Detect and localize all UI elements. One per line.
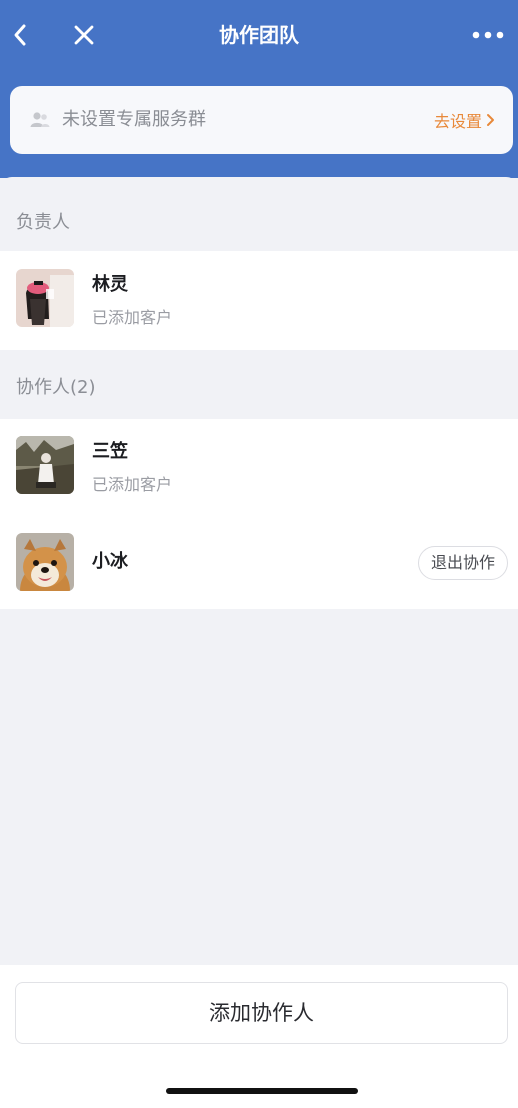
home-indicator xyxy=(166,1088,358,1094)
more-dots-icon xyxy=(472,31,504,39)
footer-bar: 添加协作人 xyxy=(0,965,518,1108)
group-people-icon xyxy=(30,110,50,130)
content-sheet: 负责人 林灵 已添加客户 协作人(2) 三笠 已添加客户 小冰 退出协作 xyxy=(0,177,518,965)
collaborator-list: 三笠 已添加客户 小冰 退出协作 xyxy=(0,419,518,609)
nav-bar: 协作团队 xyxy=(0,0,518,70)
member-status: 已添加客户 xyxy=(92,475,173,494)
list-item[interactable]: 三笠 已添加客户 xyxy=(0,419,518,517)
owner-row[interactable]: 林灵 已添加客户 xyxy=(0,251,518,350)
collaboration-team-page: 协作团队 未设置专属服务群 去设置 负责人 林灵 已添加客户 协作人(2) 三笠… xyxy=(0,0,518,1108)
collaborator-section-label: 协作人(2) xyxy=(16,377,96,398)
go-setup-link[interactable]: 去设置 xyxy=(434,86,495,154)
service-group-banner[interactable]: 未设置专属服务群 去设置 xyxy=(10,86,513,154)
service-group-status: 未设置专属服务群 xyxy=(62,109,206,130)
exit-collaboration-button[interactable]: 退出协作 xyxy=(417,546,508,580)
chevron-right-icon xyxy=(486,113,495,127)
add-collaborator-button[interactable]: 添加协作人 xyxy=(15,982,508,1044)
member-name: 三笠 xyxy=(92,441,128,462)
header-bar: 协作团队 未设置专属服务群 去设置 xyxy=(0,0,518,178)
avatar xyxy=(16,269,74,327)
more-button[interactable] xyxy=(470,20,506,50)
member-name: 小冰 xyxy=(92,551,128,572)
go-setup-label: 去设置 xyxy=(433,112,482,131)
list-item[interactable]: 小冰 退出协作 xyxy=(0,517,518,609)
avatar xyxy=(16,436,74,494)
owner-section-label: 负责人 xyxy=(16,212,70,233)
page-title: 协作团队 xyxy=(219,23,299,47)
member-status: 已添加客户 xyxy=(92,308,173,327)
member-name: 林灵 xyxy=(92,274,128,295)
avatar xyxy=(16,533,74,591)
